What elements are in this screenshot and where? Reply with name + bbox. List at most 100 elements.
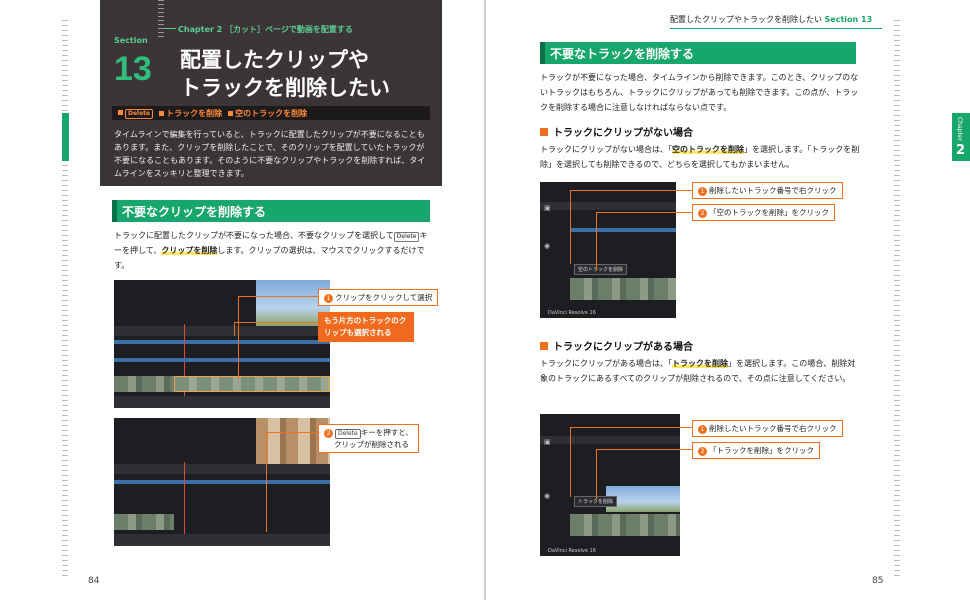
leader <box>596 212 597 270</box>
step-number: 2 <box>698 208 707 218</box>
subheading-text: トラックにクリップがある場合 <box>553 342 693 353</box>
timeline-screenshot-4: ▣ ◉ トラックを削除 DaVinci Resolve 16 <box>540 414 680 556</box>
highlight-delete-clip: クリップを削除 <box>161 246 218 255</box>
leader <box>570 190 694 191</box>
page-tabs-strip <box>114 534 330 546</box>
chapter-tab-number: 2 <box>956 143 966 158</box>
eye-icon: ◉ <box>544 242 551 250</box>
bullet-icon <box>228 111 234 116</box>
selected-clip <box>174 376 330 392</box>
margin-ticks <box>62 20 68 580</box>
callout-select-clip: 1 クリップをクリックして選択 <box>318 289 439 306</box>
track-bar <box>570 228 676 232</box>
running-head-rule <box>670 28 882 29</box>
leader <box>234 322 320 323</box>
track-bar <box>114 358 330 362</box>
callout-press-delete: 2 Delete キーを押すと、 クリップが削除される <box>318 424 419 453</box>
body-delete-clip: トラックに配置したクリップが不要になった場合、不要なクリップを選択して Delet… <box>114 228 432 273</box>
heading-delete-clip: 不要なクリップを削除する <box>112 200 430 222</box>
page-number: 85 <box>872 576 884 586</box>
body-pre: トラックにクリップがある場合は、「 <box>540 359 672 368</box>
clip-film <box>570 514 680 536</box>
subheading-with-clip: トラックにクリップがある場合 <box>540 338 693 353</box>
clip-film <box>570 278 676 300</box>
margin-ticks <box>894 20 900 580</box>
heading-text: 不要なトラックを削除する <box>550 47 695 61</box>
heading-text: 不要なクリップを削除する <box>122 205 267 219</box>
body-with-clip: トラックにクリップがある場合は、「トラックを削除」を選択します。この場合、削除対… <box>540 356 860 386</box>
step-number: 2 <box>324 428 333 438</box>
leader <box>234 322 235 336</box>
toolbar-strip <box>540 436 680 444</box>
callout-text: キーを押すと、 <box>360 428 413 437</box>
tag-bar: Delete トラックを削除 空のトラックを削除 <box>112 106 430 120</box>
step-number: 2 <box>698 446 707 456</box>
step-number: 1 <box>698 424 707 434</box>
leader <box>570 190 571 264</box>
callout-right-click-track: 1 削除したいトラック番号で右クリック <box>692 182 843 199</box>
body-no-clip: トラックにクリップがない場合は、「空のトラックを削除」を選択します。「トラックを… <box>540 142 860 172</box>
lock-icon: ▣ <box>544 438 551 446</box>
leader <box>596 449 694 450</box>
tag-delete-track: トラックを削除 <box>166 109 223 118</box>
callout-text: クリップをクリックして選択 <box>335 293 433 302</box>
callout-click-delete-track: 2 「トラックを削除」をクリック <box>692 442 820 459</box>
callout-text: 削除したいトラック番号で右クリック <box>709 424 837 433</box>
callout-text: 削除したいトラック番号で右クリック <box>709 186 837 195</box>
clip-film <box>114 514 174 530</box>
header-tick-strip <box>158 0 164 40</box>
heading-stub <box>540 42 545 64</box>
header-rule <box>164 28 176 29</box>
highlight-delete-empty-track: 空のトラックを削除 <box>672 145 744 154</box>
leader <box>266 432 320 433</box>
heading-stub <box>112 200 117 222</box>
eye-icon: ◉ <box>544 492 551 500</box>
bullet-icon <box>118 110 123 115</box>
chapter-tab-label: Chapter <box>956 117 963 141</box>
page-85: 配置したクリップやトラックを削除したい Section 13 Chapter 2… <box>486 0 970 600</box>
lock-icon: ▣ <box>544 204 551 212</box>
section-number: 13 <box>114 50 152 88</box>
subheading-no-clip: トラックにクリップがない場合 <box>540 124 693 139</box>
page-tabs-strip <box>114 396 330 408</box>
delete-key-tag: Delete <box>125 109 154 119</box>
timeline-screenshot-3: ▣ ◉ 空のトラックを削除 DaVinci Resolve 16 <box>540 182 676 318</box>
clip-thumbnail <box>606 486 680 512</box>
delete-key: Delete <box>393 232 420 242</box>
timeline-screenshot-1 <box>114 280 330 408</box>
body-pre: トラックにクリップがない場合は、「 <box>540 145 672 154</box>
tag-delete-empty-track: 空のトラックを削除 <box>235 109 308 118</box>
section-label: Section <box>114 36 148 45</box>
leader <box>238 296 320 297</box>
bullet-icon <box>540 127 548 136</box>
brand-label: DaVinci Resolve 16 <box>548 310 596 316</box>
callout-text: クリップが削除される <box>334 440 409 449</box>
brand-label: DaVinci Resolve 16 <box>548 548 596 554</box>
callout-click-delete-empty: 2 「空のトラックを削除」をクリック <box>692 204 835 221</box>
body-pre: トラックに配置したクリップが不要になった場合、不要なクリップを選択して <box>114 231 394 240</box>
delete-key: Delete <box>335 429 361 439</box>
leader <box>238 296 239 380</box>
callout-text: 「空のトラックを削除」をクリック <box>709 208 829 217</box>
leader <box>266 432 267 532</box>
callout-note: もう片方のトラックのクリップも選択される <box>318 312 414 342</box>
page-84: Chapter 2 ［カット］ページで動画を配置する Section 13 配置… <box>0 0 484 600</box>
track-bar <box>114 480 330 484</box>
running-head-title: 配置したクリップやトラックを削除したい <box>670 15 822 24</box>
track-bar <box>114 340 330 344</box>
toolbar-strip <box>540 202 676 210</box>
subheading-text: トラックにクリップがない場合 <box>553 128 693 139</box>
timeline-screenshot-2 <box>114 418 330 546</box>
toolbar-strip <box>114 464 330 474</box>
leader <box>596 449 597 499</box>
running-head-section: Section 13 <box>824 15 873 24</box>
context-menu-item[interactable]: 空のトラックを削除 <box>574 264 628 275</box>
step-number: 1 <box>698 186 707 196</box>
clip-film <box>114 376 174 392</box>
page-number: 84 <box>88 576 100 586</box>
bullet-icon <box>159 111 165 116</box>
leader <box>570 427 571 497</box>
heading-delete-track: 不要なトラックを削除する <box>540 42 856 64</box>
highlight-delete-track: トラックを削除 <box>672 359 728 368</box>
intro-text: タイムラインで編集を行っていると、トラックに配置したクリップが不要になることもあ… <box>114 130 426 178</box>
